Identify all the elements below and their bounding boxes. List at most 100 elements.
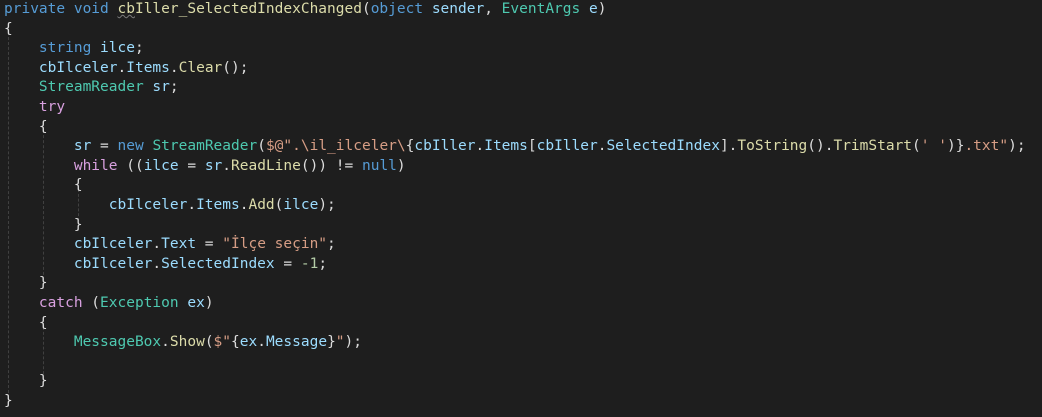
code-token: EventArgs [501,1,581,17]
code-token: Text [161,236,197,253]
code-token: . [222,157,232,174]
code-token: { [38,314,48,331]
code-token: (); [222,59,249,76]
code-token: sender [431,1,485,17]
code-token: object [370,1,424,17]
code-token: SelectedIndex [606,138,720,155]
code-token: . [169,59,179,76]
code-token: . [475,138,485,155]
code-token: (). [807,138,834,155]
code-token: . [117,59,127,76]
code-token: } [73,216,83,233]
code-token: " [335,334,345,351]
code-token: ilce [100,40,135,57]
code-token: Show [169,334,205,351]
code-token: $@".\il_ilceler\ [265,138,406,155]
code-token: sr [204,157,223,174]
code-token: ex [187,295,205,311]
code-line: } [4,372,48,392]
code-token: sr [152,79,170,96]
code-token: TrimStart [833,138,913,155]
code-token: cbIller [536,138,598,155]
code-token: ilce [283,197,319,213]
code-token: ReadLine [231,157,301,174]
code-token: Add [248,197,275,213]
code-editor[interactable]: private void cbIller_SelectedIndexChange… [0,0,1042,417]
code-token: [ [527,138,537,155]
code-token: catch [38,295,83,311]
code-line: { [4,20,13,40]
code-token: StreamReader [152,138,258,155]
code-token: . [187,197,197,213]
code-line: } [4,274,48,294]
code-token: cbIlceler [73,236,153,253]
code-token: ( [912,138,921,155]
code-token: e [588,1,598,17]
code-token: void [73,1,109,17]
code-line: cbIlceler.Items.Add(ilce); [4,196,336,216]
code-token: ); [318,197,336,213]
code-line: cbIlceler.Items.Clear(); [4,59,249,79]
code-token: Items [196,197,240,213]
code-token: } [4,393,13,409]
code-token: ()) != [300,157,362,174]
code-line: string ilce; [4,39,144,59]
code-token: cbIlceler [108,197,188,213]
code-token: , [484,1,502,17]
code-line: MessageBox.Show($"{ex.Message}"); [4,333,362,353]
code-token: = [91,138,118,155]
code-line: try [4,98,65,118]
code-token: ( [257,138,266,155]
code-token: ( [361,1,371,17]
code-token: sr [73,138,92,155]
code-line: while ((ilce = sr.ReadLine()) != null) [4,157,406,177]
code-token: . [161,334,170,351]
code-token: StreamReader [38,79,144,96]
code-token: cbIlceler [38,59,118,76]
code-token: cbIlceler [73,255,153,272]
code-token: { [73,177,83,194]
code-token: ( [204,334,214,351]
code-token: ); [1008,138,1026,155]
code-line: catch (Exception ex) [4,294,214,314]
code-token: ) [396,157,406,174]
code-token: Message [265,334,328,351]
code-line: cbIlceler.Text = "İlçe seçin"; [4,235,336,255]
code-line: sr = new StreamReader($@".\il_ilceler\{c… [4,137,1026,157]
code-token: . [152,236,162,253]
code-line: } [4,392,13,412]
code-token: { [231,334,240,351]
code-token: Exception [100,295,179,311]
code-line: private void cbIller_SelectedIndexChange… [4,0,606,20]
code-token: { [4,20,13,37]
code-token: ilce [143,157,179,174]
code-token: { [38,118,48,135]
code-token: ) [204,295,214,311]
code-token: cbIller [414,138,476,155]
code-token: } [327,334,336,351]
code-token: Iller_SelectedIndexChanged [134,1,362,17]
code-token: Clear [178,59,223,76]
code-token: = [196,236,223,253]
code-line: { [4,118,48,138]
code-token: string [38,40,92,57]
code-line: StreamReader sr; [4,78,179,98]
